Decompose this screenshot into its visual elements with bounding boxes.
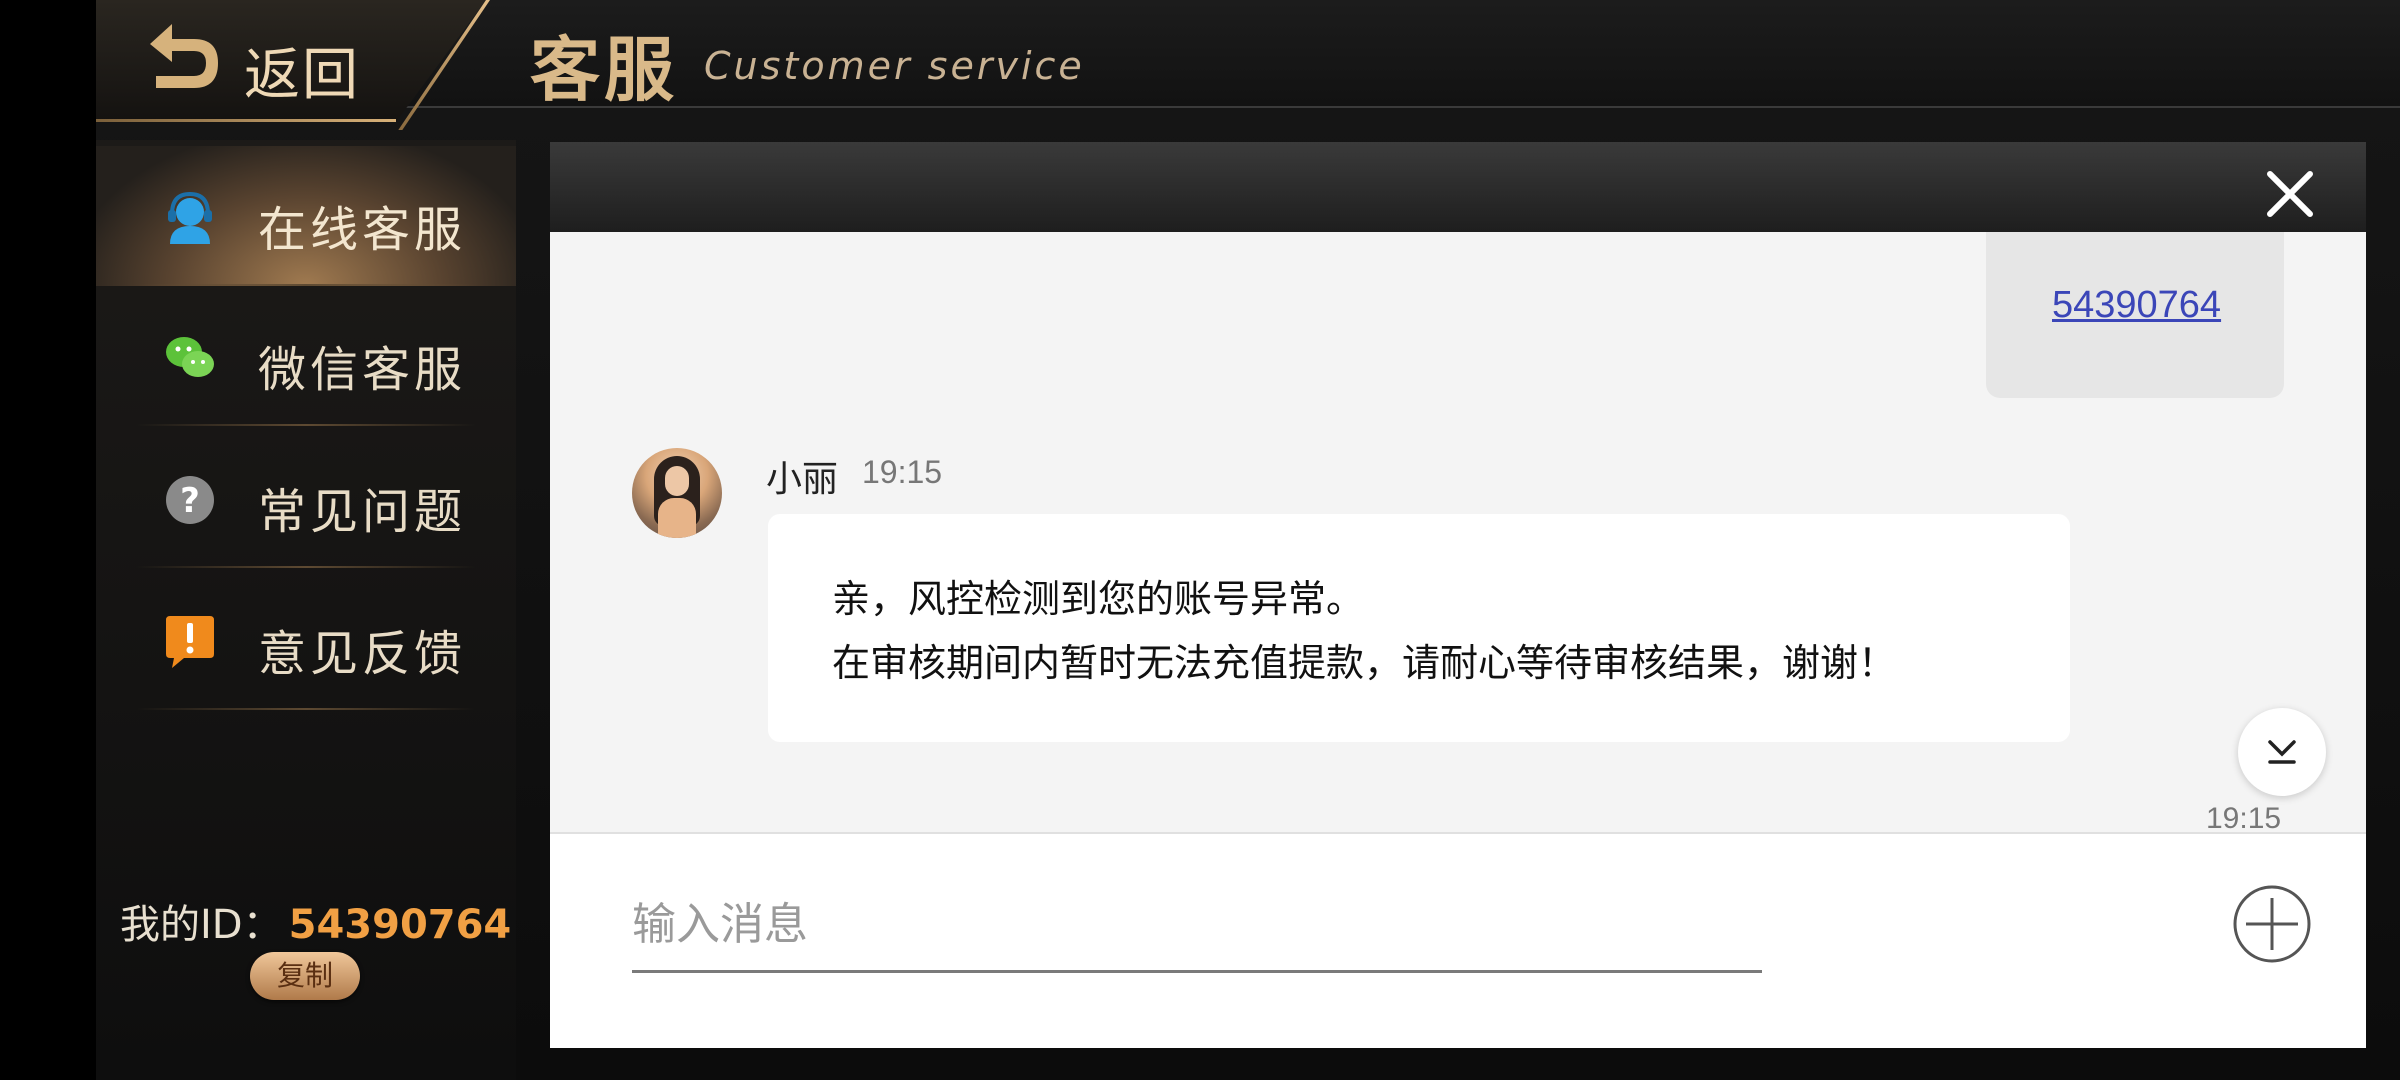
copy-id-button[interactable]: 复制 [250, 952, 360, 1000]
sidebar: 在线客服 微信客服 ? 常见问题 意见反馈 我的ID： 54390764 复制 [96, 140, 516, 1080]
avatar [632, 448, 722, 538]
message-input[interactable] [632, 878, 1762, 973]
divider [136, 566, 476, 568]
sidebar-item-label: 常见问题 [258, 484, 467, 540]
agent-message-bubble: 亲，风控检测到您的账号异常。 在审核期间内暂时无法充值提款，请耐心等待审核结果，… [768, 514, 2070, 742]
scroll-to-bottom-button[interactable] [2238, 708, 2326, 796]
page-title: 客服 [530, 29, 678, 111]
sidebar-item-online-service[interactable]: 在线客服 [96, 146, 516, 286]
divider [136, 708, 476, 710]
my-id-label: 我的ID： [120, 902, 283, 948]
close-icon[interactable] [2262, 166, 2318, 222]
sidebar-item-faq[interactable]: ? 常见问题 [96, 428, 516, 568]
agent-name: 小丽 [766, 459, 839, 500]
page-subtitle: Customer service [704, 44, 1085, 88]
message-list[interactable]: 54390764 小丽 19:15 亲，风控检测到您的账号异常。 在审核期间内暂… [550, 232, 2366, 832]
avatar-body [658, 498, 696, 538]
plus-icon[interactable] [2232, 884, 2312, 964]
agent-message-line: 在审核期间内暂时无法充值提款，请耐心等待审核结果，谢谢！ [832, 641, 1897, 685]
sidebar-item-feedback[interactable]: 意见反馈 [96, 570, 516, 710]
svg-text:?: ? [180, 481, 200, 521]
agent-message-line: 亲，风控检测到您的账号异常。 [832, 577, 1365, 621]
back-label: 返回 [244, 43, 360, 108]
feedback-exclamation-icon [166, 616, 214, 668]
top-bar: 返回 客服 Customer service [96, 0, 2400, 130]
wechat-icon [166, 337, 214, 377]
my-id-value: 54390764 [288, 902, 512, 948]
question-icon: ? [166, 476, 214, 524]
back-button[interactable]: 返回 [96, 0, 486, 122]
my-message-link[interactable]: 54390764 [2052, 284, 2221, 327]
back-arrow-icon [150, 24, 218, 88]
sidebar-item-label: 意见反馈 [258, 626, 467, 682]
divider [136, 424, 476, 426]
chevron-down-icon [2268, 740, 2296, 764]
avatar-face [665, 466, 689, 496]
agent-message-time: 19:15 [862, 454, 943, 490]
next-message-time: 19:15 [2206, 802, 2282, 832]
my-message-bubble: 54390764 [1986, 232, 2284, 398]
my-id: 我的ID： 54390764 [120, 892, 511, 950]
message-input-area [550, 832, 2366, 1048]
sidebar-item-label: 在线客服 [258, 202, 467, 258]
sidebar-item-label: 微信客服 [258, 342, 467, 398]
sidebar-item-wechat-service[interactable]: 微信客服 [96, 286, 516, 426]
chat-panel-header [550, 142, 2366, 232]
headset-user-icon [168, 191, 212, 244]
